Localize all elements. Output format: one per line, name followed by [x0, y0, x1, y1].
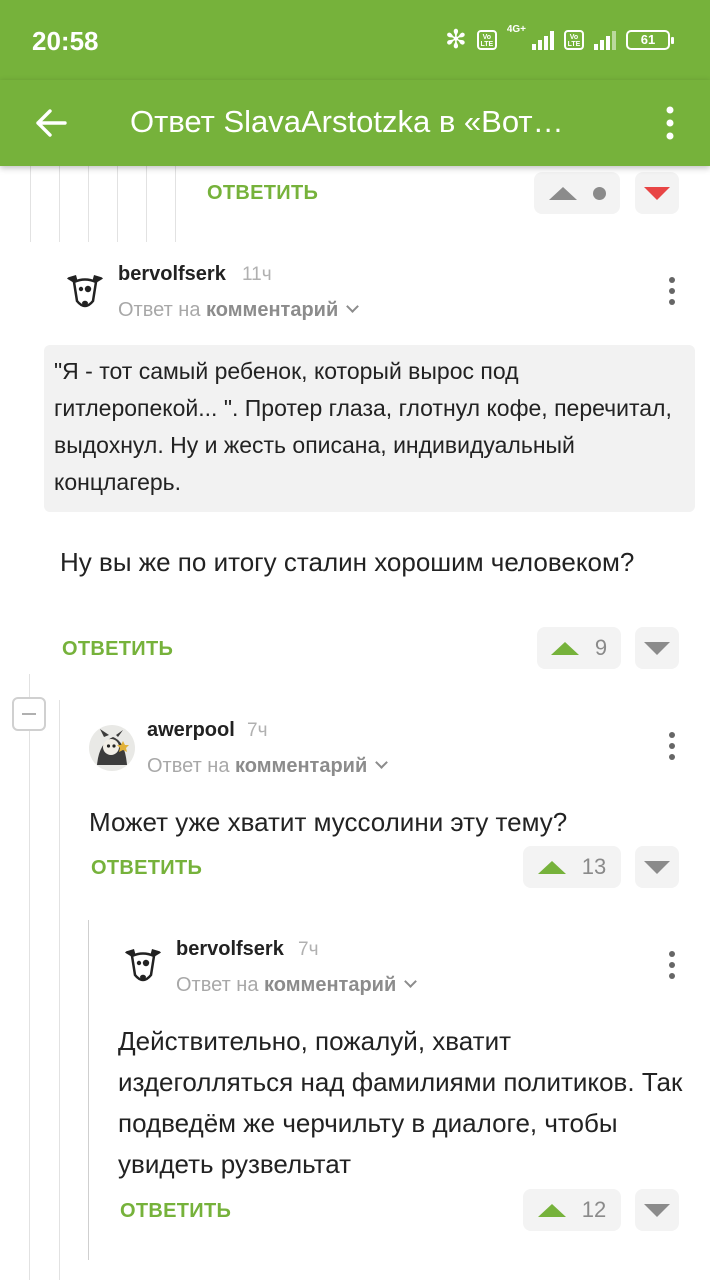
rating-count: 13	[581, 854, 607, 879]
comment-author[interactable]: awerpool	[147, 719, 235, 742]
signal-icon	[594, 30, 616, 50]
thread-line	[29, 674, 30, 1280]
more-menu-button[interactable]	[650, 94, 690, 152]
thread-line	[88, 166, 89, 242]
thread-line	[117, 166, 118, 242]
comment-text: Действительно, пожалуй, хватит издеголля…	[118, 1026, 683, 1179]
comment-menu-button[interactable]	[660, 947, 684, 983]
character-avatar-icon	[89, 725, 135, 771]
status-icons: ✻ Vo LTE 4G+ Vo LTE 61	[445, 24, 674, 55]
thread-line	[175, 166, 176, 242]
downvote-icon	[644, 860, 670, 874]
reply-to-prefix: Ответ на	[176, 974, 259, 996]
chevron-down-icon	[375, 756, 389, 769]
quote-block: "Я - тот самый ребенок, который вырос по…	[44, 345, 695, 512]
comment-text: Может уже хватит муссолини эту тему?	[89, 807, 568, 837]
comment-text: Ну вы же по итогу сталин хорошим человек…	[60, 547, 635, 577]
bluetooth-icon: ✻	[445, 24, 467, 54]
status-bar: 20:58 ✻ Vo LTE 4G+ Vo LTE 61	[0, 0, 710, 80]
downvote-button[interactable]	[635, 172, 679, 214]
arrow-left-icon	[36, 109, 67, 137]
avatar[interactable]	[62, 270, 108, 316]
comment-time: 7ч	[298, 939, 319, 960]
avatar[interactable]	[89, 725, 135, 771]
rating-count: 9	[594, 635, 608, 660]
collapse-thread-button[interactable]	[12, 697, 46, 731]
rating-hidden-dot	[592, 186, 606, 200]
upvote-icon	[548, 186, 577, 200]
reply-button[interactable]: ОТВЕТИТЬ	[91, 857, 202, 880]
status-time: 20:58	[32, 26, 99, 56]
downvote-icon	[644, 186, 670, 200]
back-button[interactable]	[22, 94, 80, 152]
thread-line	[146, 166, 147, 242]
downvote-icon	[644, 1203, 670, 1217]
network-type: 4G+	[506, 24, 526, 35]
reply-button[interactable]: ОТВЕТИТЬ	[207, 182, 318, 205]
comment-menu-button[interactable]	[660, 728, 684, 764]
reply-to-link[interactable]: Ответ на комментарий	[118, 299, 360, 322]
comment-author[interactable]: bervolfserk	[118, 263, 226, 286]
reply-to-prefix: Ответ на	[118, 299, 201, 321]
chevron-down-icon	[346, 300, 360, 313]
upvote-button[interactable]: 9	[537, 627, 621, 669]
thread-line	[59, 166, 60, 242]
comment-time: 11ч	[242, 264, 272, 285]
comment-menu-button[interactable]	[660, 273, 684, 309]
downvote-button[interactable]	[635, 627, 679, 669]
upvote-button[interactable]: 12	[523, 1189, 621, 1231]
reply-to-prefix: Ответ на	[147, 755, 230, 777]
signal-icon	[532, 30, 554, 50]
reply-button[interactable]: ОТВЕТИТЬ	[62, 638, 173, 661]
thread-line	[59, 920, 60, 1260]
dog-avatar-icon	[62, 270, 108, 316]
reply-to-target: комментарий	[235, 755, 368, 777]
more-vertical-icon	[666, 106, 674, 140]
upvote-button[interactable]	[534, 172, 620, 214]
reply-to-target: комментарий	[206, 299, 339, 321]
upvote-icon	[550, 641, 579, 655]
chevron-down-icon	[404, 975, 418, 988]
volte-icon: Vo LTE	[564, 29, 584, 50]
reply-to-link[interactable]: Ответ на комментарий	[147, 755, 389, 778]
downvote-icon	[644, 641, 670, 655]
reply-to-link[interactable]: Ответ на комментарий	[176, 974, 418, 997]
downvote-button[interactable]	[635, 846, 679, 888]
app-bar: Ответ SlavaArstotzka в «Вот…	[0, 80, 710, 166]
dog-avatar-icon	[120, 944, 166, 990]
upvote-button[interactable]: 13	[523, 846, 621, 888]
thread-line	[88, 920, 89, 1260]
comment-time: 7ч	[247, 720, 268, 741]
upvote-icon	[537, 1203, 566, 1217]
page-title: Ответ SlavaArstotzka в «Вот…	[130, 104, 564, 139]
reply-to-target: комментарий	[264, 974, 397, 996]
comment-author[interactable]: bervolfserk	[176, 938, 284, 961]
rating-count: 12	[581, 1197, 607, 1222]
downvote-button[interactable]	[635, 1189, 679, 1231]
battery-icon: 61	[626, 29, 674, 50]
thread-line	[30, 166, 31, 242]
volte-icon: Vo LTE	[476, 29, 497, 50]
reply-button[interactable]: ОТВЕТИТЬ	[120, 1200, 231, 1223]
avatar[interactable]	[120, 944, 166, 990]
upvote-icon	[537, 860, 566, 874]
